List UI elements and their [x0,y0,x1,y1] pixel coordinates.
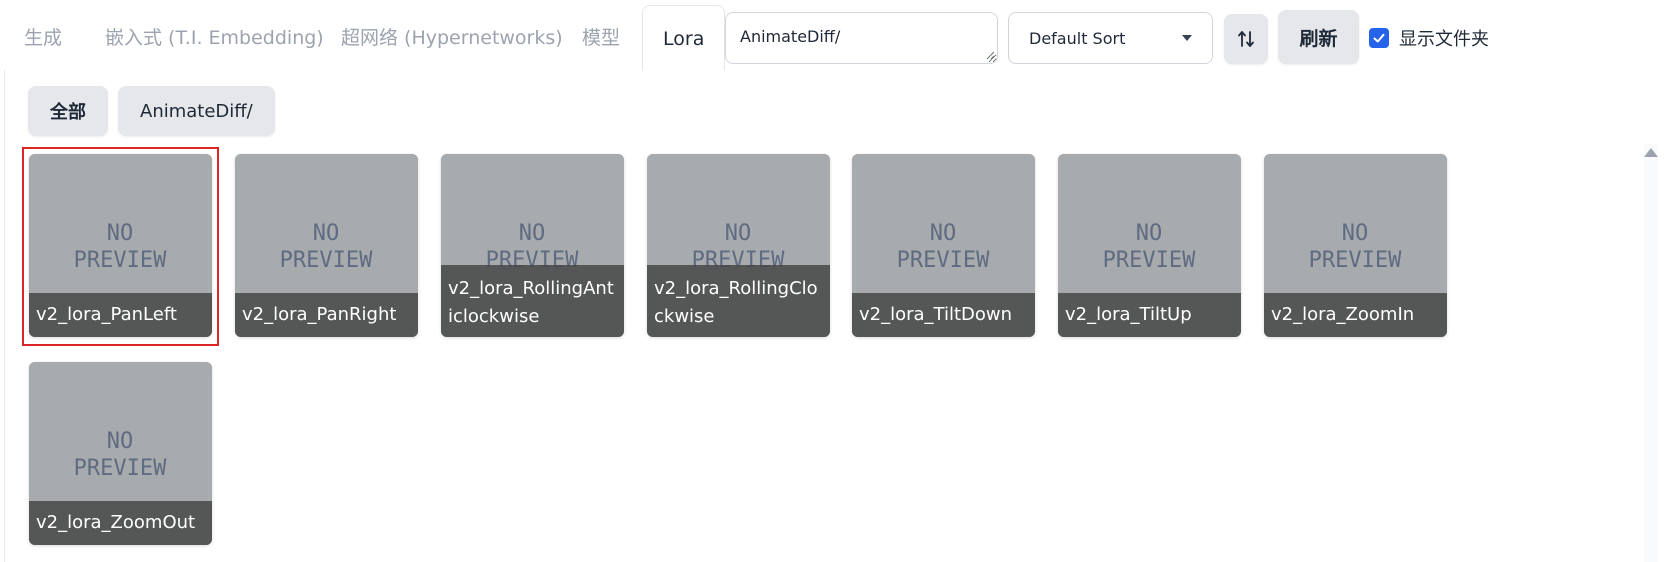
svg-text:PREVIEW: PREVIEW [1103,248,1196,273]
sort-dropdown-value: Default Sort [1029,28,1126,48]
svg-text:PREVIEW: PREVIEW [74,456,167,481]
sort-dropdown[interactable]: Default Sort [1008,12,1213,64]
lora-card[interactable]: NO PREVIEW v2_lora_PanLeft [29,154,212,337]
svg-text:NO: NO [107,429,134,454]
tab-hypernetworks[interactable]: 超网络 (Hypernetworks) [341,22,563,54]
tab-lora[interactable]: Lora [642,5,726,71]
lora-card[interactable]: NO PREVIEW v2_lora_TiltUp [1058,154,1241,337]
svg-text:NO: NO [107,221,134,246]
lora-card[interactable]: NO PREVIEW v2_lora_RollingAnticlockwise [441,154,624,337]
lora-card-name: v2_lora_TiltUp [1058,293,1241,337]
chevron-down-icon [1182,35,1192,41]
svg-text:NO: NO [930,221,957,246]
lora-card-name: v2_lora_PanRight [235,293,418,337]
svg-text:PREVIEW: PREVIEW [74,248,167,273]
lora-card[interactable]: NO PREVIEW v2_lora_ZoomOut [29,362,212,545]
lora-card-name: v2_lora_ZoomOut [29,501,212,545]
filter-all-button[interactable]: 全部 [28,86,108,136]
sort-order-button[interactable] [1224,14,1268,64]
svg-text:PREVIEW: PREVIEW [280,248,373,273]
lora-card-name: v2_lora_RollingClockwise [647,265,830,337]
tab-checkpoints[interactable]: 模型 [582,22,620,54]
path-filter-input[interactable]: AnimateDiff/ [725,12,998,64]
tab-bar: 生成 嵌入式 (T.I. Embedding) 超网络 (Hypernetwor… [0,0,1678,72]
show-dirs-label: 显示文件夹 [1399,29,1489,50]
sort-order-icon [1238,31,1254,47]
svg-text:NO: NO [313,221,340,246]
filter-animatediff-button[interactable]: AnimateDiff/ [118,86,275,136]
svg-text:PREVIEW: PREVIEW [897,248,990,273]
show-dirs-toggle[interactable]: 显示文件夹 [1369,24,1489,52]
checkmark-icon [1373,33,1385,43]
lora-card[interactable]: NO PREVIEW v2_lora_ZoomIn [1264,154,1447,337]
tab-generate[interactable]: 生成 [24,22,62,54]
scrollbar[interactable] [1644,144,1658,562]
lora-card-name: v2_lora_ZoomIn [1264,293,1447,337]
lora-card[interactable]: NO PREVIEW v2_lora_TiltDown [852,154,1035,337]
svg-text:NO: NO [725,221,752,246]
lora-card-name: v2_lora_PanLeft [29,293,212,337]
svg-text:NO: NO [1136,221,1163,246]
lora-card-name: v2_lora_TiltDown [852,293,1035,337]
show-dirs-checkbox[interactable] [1369,28,1389,48]
lora-card[interactable]: NO PREVIEW v2_lora_RollingClockwise [647,154,830,337]
tab-textual-inversion[interactable]: 嵌入式 (T.I. Embedding) [105,22,324,54]
lora-card[interactable]: NO PREVIEW v2_lora_PanRight [235,154,418,337]
refresh-button[interactable]: 刷新 [1278,10,1359,64]
svg-text:PREVIEW: PREVIEW [1309,248,1402,273]
svg-text:NO: NO [1342,221,1369,246]
scroll-up-icon[interactable] [1644,148,1658,157]
svg-text:NO: NO [519,221,546,246]
lora-card-name: v2_lora_RollingAnticlockwise [441,265,624,337]
